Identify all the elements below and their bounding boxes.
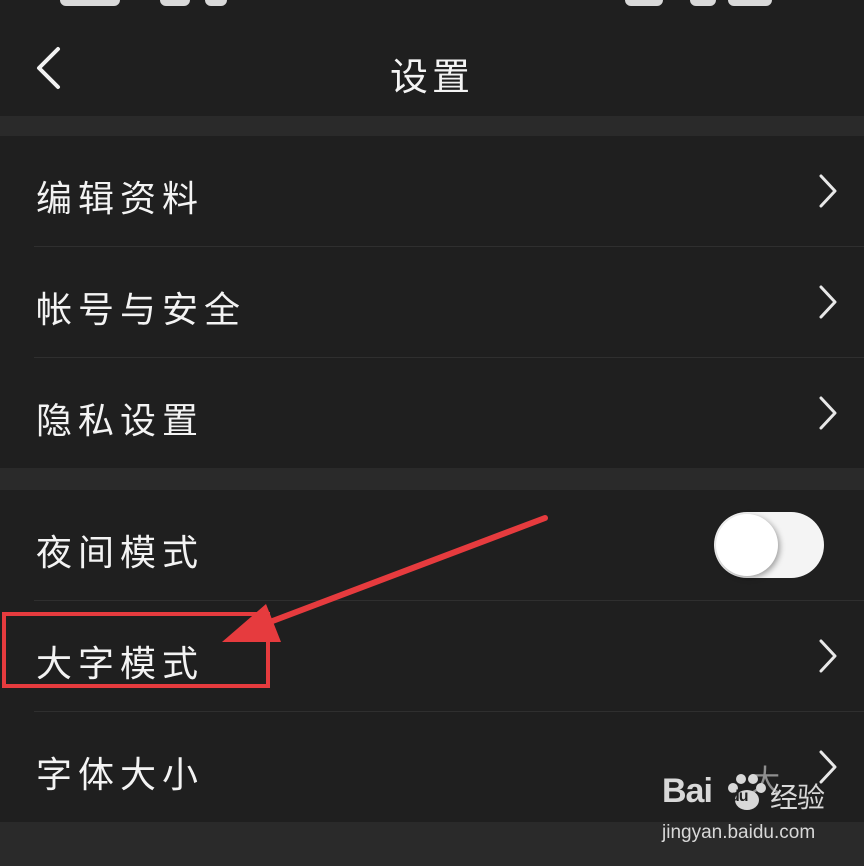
watermark-brand-left: Bai (662, 772, 713, 810)
status-bar (0, 0, 864, 10)
watermark-url: jingyan.baidu.com (662, 822, 816, 843)
row-account-security[interactable]: 帐号与安全 (0, 247, 864, 357)
page-title: 设置 (389, 55, 474, 99)
nav-bar: 设置 (0, 10, 864, 116)
row-night-mode: 夜间模式 (0, 490, 864, 600)
row-label: 隐私设置 (36, 401, 205, 442)
chevron-right-icon (819, 174, 837, 208)
row-label: 帐号与安全 (36, 290, 247, 331)
watermark-brand-mid: du (730, 788, 749, 805)
chevron-right-icon (819, 639, 837, 673)
row-label: 大字模式 (36, 644, 205, 685)
chevron-right-icon (819, 396, 837, 430)
toggle-knob (716, 514, 778, 576)
row-edit-profile[interactable]: 编辑资料 (0, 136, 864, 246)
row-label: 编辑资料 (36, 179, 205, 220)
chevron-right-icon (819, 285, 837, 319)
night-mode-toggle[interactable] (714, 512, 824, 578)
row-large-text-mode[interactable]: 大字模式 (0, 601, 864, 711)
row-label: 夜间模式 (36, 533, 205, 574)
watermark-brand-right: 经验 (770, 782, 825, 813)
row-privacy-settings[interactable]: 隐私设置 (0, 358, 864, 468)
section-separator (0, 468, 864, 490)
section-separator (0, 116, 864, 136)
row-label: 字体大小 (36, 755, 205, 796)
baidu-jingyan-watermark: Bai du 经验 jingyan.baidu.com (662, 770, 862, 860)
